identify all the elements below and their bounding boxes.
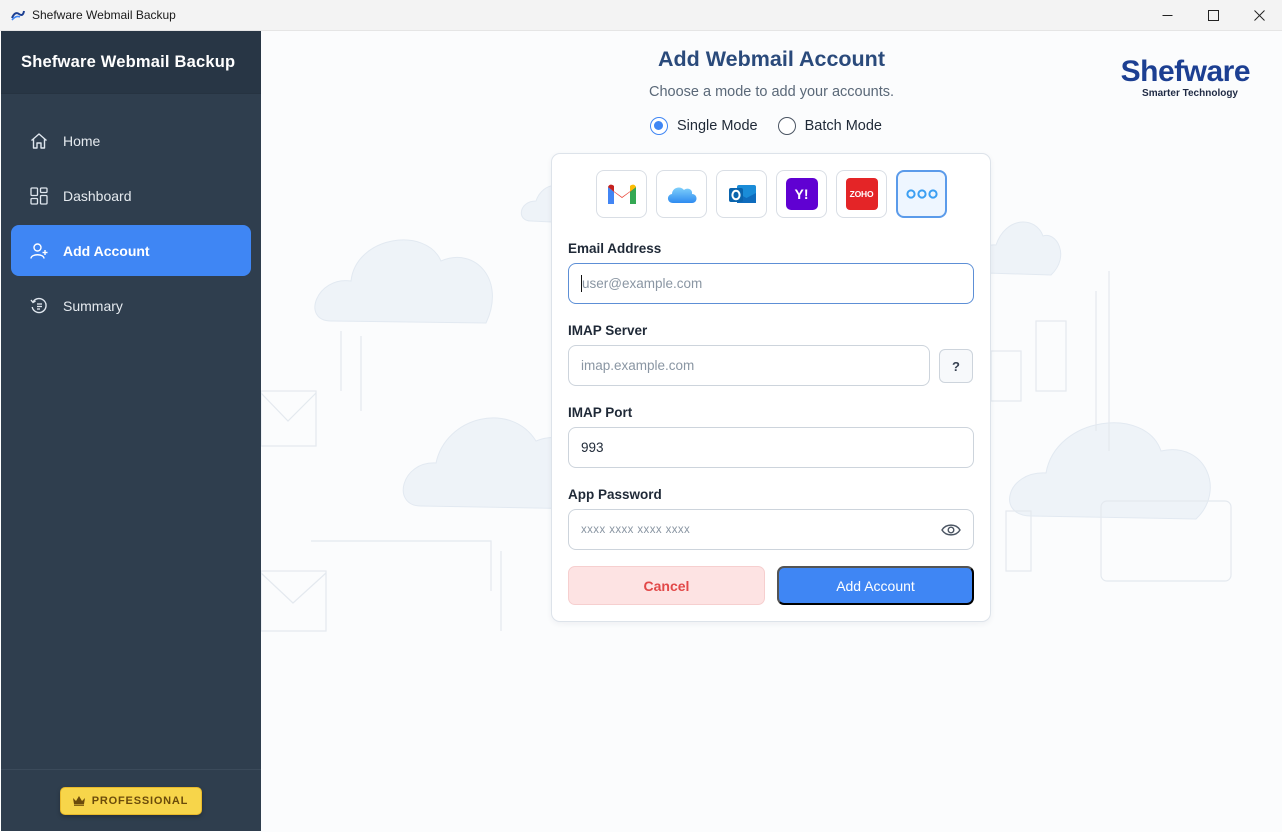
zoho-icon-text: ZOHO bbox=[849, 189, 874, 199]
provider-gmail[interactable] bbox=[596, 170, 647, 218]
dashboard-icon bbox=[29, 186, 49, 206]
license-badge-label: PROFESSIONAL bbox=[91, 794, 189, 807]
maximize-button[interactable] bbox=[1190, 0, 1236, 31]
license-badge[interactable]: PROFESSIONAL bbox=[59, 786, 203, 815]
minimize-button[interactable] bbox=[1144, 0, 1190, 31]
sidebar-nav: Home Dashboard Add Account Summary bbox=[1, 94, 261, 331]
provider-yahoo[interactable]: Y! bbox=[776, 170, 827, 218]
close-icon bbox=[1253, 10, 1265, 21]
provider-outlook[interactable] bbox=[716, 170, 767, 218]
sidebar-item-add-account[interactable]: Add Account bbox=[11, 225, 251, 276]
email-label: Email Address bbox=[568, 241, 662, 256]
imap-port-value: 993 bbox=[581, 440, 604, 455]
radio-checked-icon bbox=[650, 117, 668, 135]
sidebar: Shefware Webmail Backup Home Dashboard A… bbox=[1, 31, 261, 831]
sidebar-header: Shefware Webmail Backup bbox=[1, 31, 261, 94]
single-mode-label: Single Mode bbox=[677, 118, 758, 134]
sidebar-item-label: Home bbox=[63, 132, 101, 149]
maximize-icon bbox=[1207, 10, 1219, 21]
page-subtitle: Choose a mode to add your accounts. bbox=[648, 84, 895, 100]
main-content: Shefware Smarter Technology Add Webmail … bbox=[261, 31, 1282, 832]
sidebar-item-home[interactable]: Home bbox=[11, 115, 251, 166]
sidebar-title: Shefware Webmail Backup bbox=[21, 52, 236, 71]
app-password-field[interactable]: xxxx xxxx xxxx xxxx bbox=[568, 509, 974, 550]
provider-selector: Y! ZOHO bbox=[596, 170, 956, 218]
window-titlebar: Shefware Webmail Backup bbox=[0, 0, 1282, 31]
icloud-icon bbox=[667, 187, 696, 203]
zoho-icon: ZOHO bbox=[845, 178, 878, 210]
eye-icon[interactable] bbox=[941, 521, 961, 539]
more-icon bbox=[905, 189, 938, 199]
history-icon bbox=[29, 296, 49, 316]
sidebar-item-label: Summary bbox=[63, 297, 123, 314]
minimize-icon bbox=[1162, 15, 1172, 16]
sidebar-item-label: Dashboard bbox=[63, 187, 132, 204]
radio-unchecked-icon bbox=[777, 117, 796, 135]
yahoo-icon-text: Y! bbox=[794, 186, 809, 202]
single-mode-radio[interactable]: Single Mode bbox=[650, 117, 758, 135]
email-field[interactable]: user@example.com bbox=[568, 263, 974, 304]
provider-other[interactable] bbox=[896, 170, 947, 218]
sidebar-footer: PROFESSIONAL bbox=[1, 769, 261, 831]
imap-server-field[interactable]: imap.example.com bbox=[568, 345, 930, 386]
app-password-label: App Password bbox=[568, 487, 662, 502]
crown-icon bbox=[72, 796, 85, 806]
sidebar-item-summary[interactable]: Summary bbox=[11, 280, 251, 331]
yahoo-icon: Y! bbox=[785, 178, 818, 210]
provider-icloud[interactable] bbox=[656, 170, 707, 218]
provider-zoho[interactable]: ZOHO bbox=[836, 170, 887, 218]
imap-server-label: IMAP Server bbox=[568, 323, 648, 338]
add-user-icon bbox=[29, 241, 49, 261]
batch-mode-label: Batch Mode bbox=[804, 118, 882, 134]
outlook-icon bbox=[728, 185, 756, 203]
app-password-placeholder: xxxx xxxx xxxx xxxx bbox=[581, 523, 691, 536]
mode-selector: Single Mode Batch Mode bbox=[650, 117, 902, 135]
page-title: Add Webmail Account bbox=[658, 47, 885, 71]
sidebar-item-label: Add Account bbox=[63, 242, 150, 259]
window-title: Shefware Webmail Backup bbox=[32, 8, 176, 22]
add-account-card: Y! ZOHO Email Address user@example.com I… bbox=[551, 153, 991, 622]
imap-port-label: IMAP Port bbox=[568, 405, 633, 420]
home-icon bbox=[29, 131, 49, 151]
cancel-button[interactable]: Cancel bbox=[568, 566, 765, 605]
email-placeholder: user@example.com bbox=[582, 276, 703, 291]
gmail-icon bbox=[607, 184, 636, 204]
imap-server-placeholder: imap.example.com bbox=[581, 358, 695, 373]
close-button[interactable] bbox=[1236, 0, 1282, 31]
batch-mode-radio[interactable]: Batch Mode bbox=[777, 117, 882, 135]
imap-port-field[interactable]: 993 bbox=[568, 427, 974, 468]
imap-help-button[interactable]: ? bbox=[939, 349, 973, 383]
app-logo-icon bbox=[10, 8, 26, 22]
sidebar-item-dashboard[interactable]: Dashboard bbox=[11, 170, 251, 221]
add-account-button[interactable]: Add Account bbox=[777, 566, 974, 605]
